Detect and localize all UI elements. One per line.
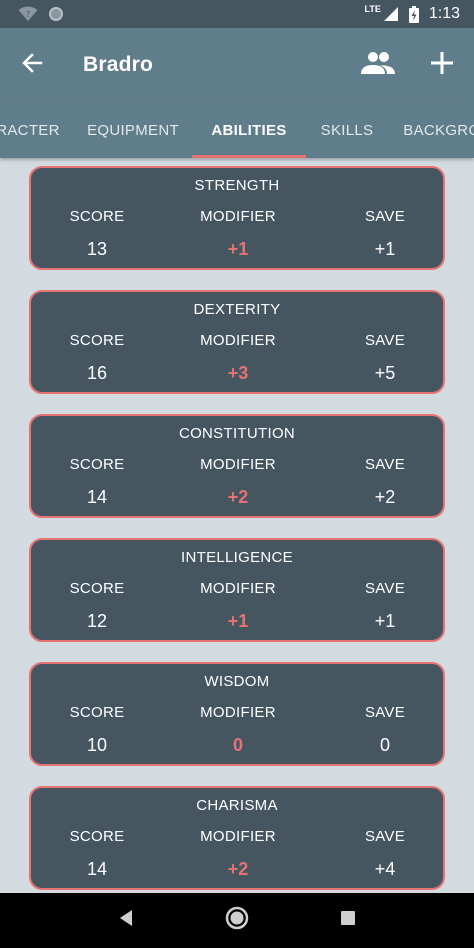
save-value: +5 [374, 363, 396, 383]
score-value: 10 [86, 735, 108, 755]
ability-card-wisdom[interactable]: WISDOM SCORE MODIFIER SAVE 10 0 0 [29, 662, 445, 766]
ability-name: DEXTERITY [193, 301, 281, 318]
svg-text:?: ? [26, 10, 30, 19]
modifier-value: +3 [227, 363, 249, 383]
save-value: 0 [379, 735, 390, 755]
ability-card-constitution[interactable]: CONSTITUTION SCORE MODIFIER SAVE 14 +2 +… [29, 414, 445, 518]
ability-name: STRENGTH [194, 177, 280, 194]
nav-back-icon [118, 909, 134, 932]
tab-label: EQUIPMENT [87, 121, 179, 139]
save-label: SAVE [364, 704, 406, 721]
page-title: Bradro [83, 53, 154, 76]
wifi-question-icon: ? [18, 6, 38, 22]
modifier-label: MODIFIER [200, 704, 276, 721]
modifier-value: 0 [232, 735, 243, 755]
party-icon [360, 51, 396, 80]
score-label: SCORE [69, 456, 125, 473]
save-label: SAVE [364, 332, 406, 349]
clock: 1:13 [428, 5, 460, 22]
signal-icon [383, 6, 399, 22]
modifier-value: +1 [227, 611, 249, 631]
modifier-label: MODIFIER [200, 580, 276, 597]
tab-character[interactable]: RACTER [0, 102, 74, 158]
score-label: SCORE [69, 208, 125, 225]
nav-home-button[interactable] [212, 896, 262, 946]
party-button[interactable] [346, 28, 410, 102]
back-button[interactable] [0, 28, 64, 102]
add-icon [430, 51, 454, 80]
ability-name: INTELLIGENCE [181, 549, 293, 566]
circle-notification-icon [48, 6, 64, 22]
ability-name: CONSTITUTION [178, 425, 296, 442]
score-value: 16 [86, 363, 108, 383]
system-nav-bar [0, 893, 474, 948]
modifier-label: MODIFIER [200, 456, 276, 473]
nav-recents-icon [340, 910, 356, 931]
nav-home-icon [225, 906, 249, 935]
ability-name: CHARISMA [196, 797, 278, 814]
save-value: +4 [374, 859, 396, 879]
score-label: SCORE [69, 704, 125, 721]
save-label: SAVE [364, 208, 406, 225]
save-label: SAVE [364, 580, 406, 597]
save-value: +1 [374, 239, 396, 259]
score-label: SCORE [69, 828, 125, 845]
ability-card-strength[interactable]: STRENGTH SCORE MODIFIER SAVE 13 +1 +1 [29, 166, 445, 270]
modifier-label: MODIFIER [200, 208, 276, 225]
ability-card-dexterity[interactable]: DEXTERITY SCORE MODIFIER SAVE 16 +3 +5 [29, 290, 445, 394]
app-bar: Bradro [0, 28, 474, 102]
modifier-value: +2 [227, 859, 249, 879]
score-label: SCORE [69, 332, 125, 349]
tab-skills[interactable]: SKILLS [306, 102, 388, 158]
tab-label: ABILITIES [211, 121, 287, 139]
abilities-list: STRENGTH SCORE MODIFIER SAVE 13 +1 +1 DE… [0, 158, 474, 893]
tab-label: BACKGROUN [403, 121, 474, 139]
back-arrow-icon [21, 52, 43, 79]
tab-bar: RACTER EQUIPMENT ABILITIES SKILLS BACKGR… [0, 102, 474, 158]
save-value: +2 [374, 487, 396, 507]
score-value: 14 [86, 859, 108, 879]
network-type: LTE [364, 4, 381, 14]
tab-label: RACTER [0, 121, 60, 139]
ability-name: WISDOM [204, 673, 270, 690]
tab-background[interactable]: BACKGROUN [388, 102, 474, 158]
status-bar: ? LTE 1:13 [0, 0, 474, 28]
add-button[interactable] [410, 28, 474, 102]
tab-abilities[interactable]: ABILITIES [192, 102, 306, 158]
score-value: 14 [86, 487, 108, 507]
nav-recents-button[interactable] [323, 896, 373, 946]
ability-card-intelligence[interactable]: INTELLIGENCE SCORE MODIFIER SAVE 12 +1 +… [29, 538, 445, 642]
score-label: SCORE [69, 580, 125, 597]
battery-charging-icon [408, 5, 419, 23]
ability-card-charisma[interactable]: CHARISMA SCORE MODIFIER SAVE 14 +2 +4 [29, 786, 445, 890]
modifier-value: +2 [227, 487, 249, 507]
score-value: 12 [86, 611, 108, 631]
modifier-value: +1 [227, 239, 249, 259]
score-value: 13 [86, 239, 108, 259]
nav-back-button[interactable] [101, 896, 151, 946]
modifier-label: MODIFIER [200, 332, 276, 349]
save-label: SAVE [364, 456, 406, 473]
save-value: +1 [374, 611, 396, 631]
save-label: SAVE [364, 828, 406, 845]
tab-label: SKILLS [320, 121, 374, 139]
modifier-label: MODIFIER [200, 828, 276, 845]
tab-equipment[interactable]: EQUIPMENT [74, 102, 192, 158]
